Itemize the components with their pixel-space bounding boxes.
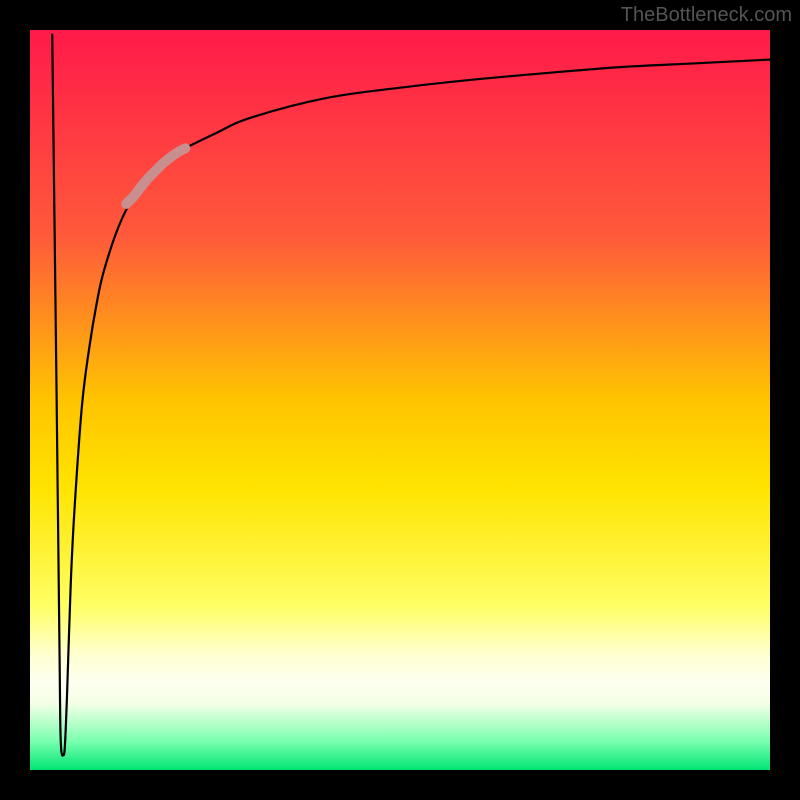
chart-canvas bbox=[30, 30, 770, 770]
attribution-text: TheBottleneck.com bbox=[621, 4, 792, 27]
main-curve bbox=[52, 34, 770, 756]
highlight-segment bbox=[126, 148, 185, 204]
